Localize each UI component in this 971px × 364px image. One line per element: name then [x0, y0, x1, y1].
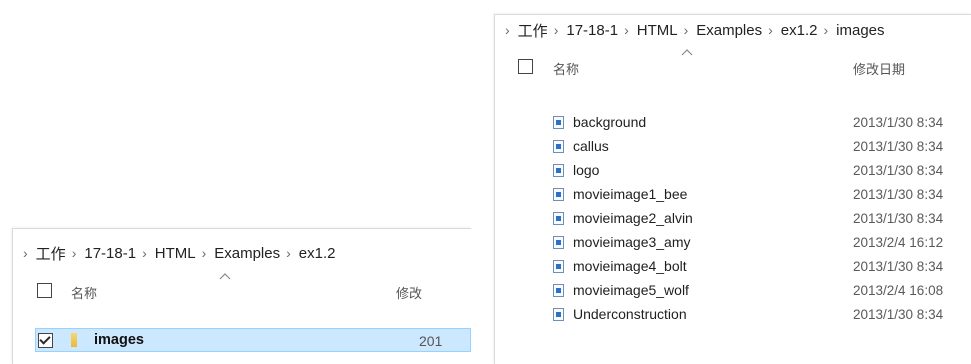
- file-name: background: [573, 114, 647, 130]
- breadcrumb-item[interactable]: 工作: [518, 20, 548, 41]
- breadcrumb[interactable]: › 工作 › 17-18-1 › HTML › Examples › ex1.2…: [495, 15, 971, 45]
- sort-up-chevron-icon: [681, 49, 693, 56]
- folder-row-images[interactable]: images 201: [35, 328, 471, 352]
- column-header-date[interactable]: 修改日期: [853, 59, 905, 78]
- file-row-background[interactable]: background 2013/1/30 8:34: [495, 111, 971, 135]
- file-name: movieimage4_bolt: [573, 258, 687, 274]
- chevron-right-icon: ›: [71, 245, 77, 261]
- file-row-movieimage1-bee[interactable]: movieimage1_bee 2013/1/30 8:34: [495, 183, 971, 207]
- explorer-window-images: › 工作 › 17-18-1 › HTML › Examples › ex1.2…: [494, 14, 971, 364]
- select-all-checkbox[interactable]: [37, 283, 52, 298]
- image-file-icon: [553, 212, 564, 225]
- file-row-logo[interactable]: logo 2013/1/30 8:34: [495, 159, 971, 183]
- explorer-window-ex12: › 工作 › 17-18-1 › HTML › Examples › ex1.2…: [12, 228, 471, 364]
- chevron-right-icon: ›: [823, 22, 829, 38]
- image-file-icon: [553, 308, 564, 321]
- file-date: 2013/1/30 8:34: [853, 139, 944, 154]
- file-date: 2013/2/4 16:08: [853, 283, 944, 298]
- breadcrumb-item[interactable]: HTML: [637, 22, 678, 39]
- image-file-icon: [553, 236, 564, 249]
- image-file-icon: [553, 284, 564, 297]
- file-row-movieimage5-wolf[interactable]: movieimage5_wolf 2013/2/4 16:08: [495, 279, 971, 303]
- folder-icon: [71, 333, 77, 347]
- breadcrumb-item[interactable]: Examples: [214, 245, 280, 262]
- breadcrumb-item[interactable]: ex1.2: [781, 22, 818, 39]
- file-name: movieimage5_wolf: [573, 282, 689, 298]
- breadcrumb-item[interactable]: Examples: [696, 22, 762, 39]
- chevron-right-icon: ›: [768, 22, 773, 38]
- file-row-movieimage3-amy[interactable]: movieimage3_amy 2013/2/4 16:12: [495, 231, 971, 255]
- folder-name: images: [94, 332, 144, 348]
- file-name: movieimage3_amy: [573, 234, 691, 250]
- chevron-right-icon: ›: [683, 22, 689, 38]
- chevron-right-icon: ›: [505, 22, 510, 38]
- file-name: movieimage1_bee: [573, 186, 688, 202]
- file-row-movieimage4-bolt[interactable]: movieimage4_bolt 2013/1/30 8:34: [495, 255, 971, 279]
- sort-up-chevron-icon: [219, 273, 231, 280]
- breadcrumb-item[interactable]: HTML: [155, 245, 196, 262]
- row-checkbox[interactable]: [38, 333, 53, 348]
- column-header-name[interactable]: 名称: [553, 59, 579, 78]
- select-all-checkbox[interactable]: [518, 59, 533, 74]
- file-name: movieimage2_alvin: [573, 210, 693, 226]
- file-list: background 2013/1/30 8:34 callus 2013/1/…: [495, 111, 971, 327]
- breadcrumb[interactable]: › 工作 › 17-18-1 › HTML › Examples › ex1.2: [13, 235, 471, 271]
- breadcrumb-item[interactable]: 17-18-1: [84, 245, 136, 262]
- breadcrumb-item[interactable]: images: [836, 22, 884, 39]
- chevron-right-icon: ›: [286, 245, 291, 261]
- chevron-right-icon: ›: [553, 22, 559, 38]
- breadcrumb-item[interactable]: ex1.2: [299, 245, 336, 262]
- image-file-icon: [553, 116, 564, 129]
- file-date: 2013/1/30 8:34: [853, 163, 944, 178]
- image-file-icon: [553, 188, 564, 201]
- file-date: 2013/1/30 8:34: [853, 307, 944, 322]
- chevron-right-icon: ›: [142, 245, 147, 261]
- file-date: 2013/1/30 8:34: [853, 259, 944, 274]
- column-header-date[interactable]: 修改: [396, 283, 422, 302]
- chevron-right-icon: ›: [624, 22, 629, 38]
- image-file-icon: [553, 140, 564, 153]
- breadcrumb-item[interactable]: 工作: [36, 243, 66, 264]
- breadcrumb-item[interactable]: 17-18-1: [566, 22, 618, 39]
- folder-date: 201: [419, 333, 443, 349]
- file-row-movieimage2-alvin[interactable]: movieimage2_alvin 2013/1/30 8:34: [495, 207, 971, 231]
- file-date: 2013/1/30 8:34: [853, 211, 944, 226]
- file-name: logo: [573, 162, 600, 178]
- file-row-callus[interactable]: callus 2013/1/30 8:34: [495, 135, 971, 159]
- file-date: 2013/2/4 16:12: [853, 235, 944, 250]
- file-row-underconstruction[interactable]: Underconstruction 2013/1/30 8:34: [495, 303, 971, 327]
- image-file-icon: [553, 260, 564, 273]
- chevron-right-icon: ›: [23, 245, 28, 261]
- column-header-row: 名称 修改日期: [495, 45, 971, 87]
- file-date: 2013/1/30 8:34: [853, 187, 944, 202]
- chevron-right-icon: ›: [201, 245, 207, 261]
- file-date: 2013/1/30 8:34: [853, 115, 944, 130]
- column-header-name[interactable]: 名称: [71, 283, 97, 302]
- file-name: Underconstruction: [573, 306, 687, 322]
- file-name: callus: [573, 138, 609, 154]
- image-file-icon: [553, 164, 564, 177]
- column-header-row: 名称 修改: [13, 271, 471, 307]
